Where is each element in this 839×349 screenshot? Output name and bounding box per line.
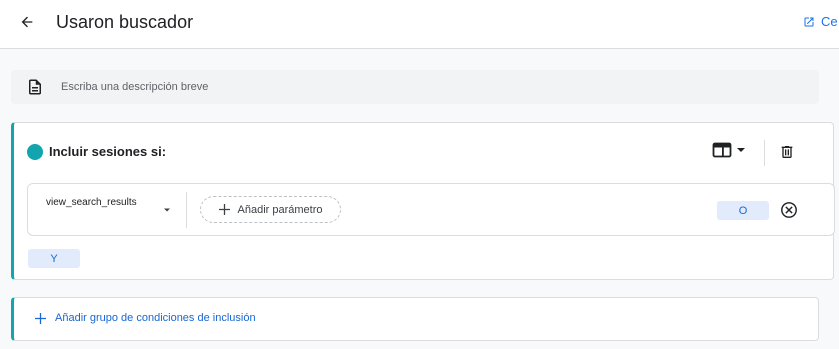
close-link-label: Ce — [821, 14, 838, 29]
add-inclusion-group-button[interactable]: Añadir grupo de condiciones de inclusión — [35, 312, 256, 324]
description-input[interactable] — [61, 77, 801, 97]
and-button[interactable]: Y — [28, 249, 80, 268]
remove-circle-icon — [780, 201, 797, 218]
condition-row: view_search_results Añadir parámetro O — [27, 183, 835, 236]
condition-group-title: Incluir sesiones si: — [49, 144, 167, 159]
back-button[interactable] — [14, 9, 40, 35]
condition-group-card: Incluir sesiones si: view_search_results… — [11, 122, 835, 280]
group-color-dot — [27, 144, 43, 160]
app-header: Usaron buscador Ce — [0, 0, 839, 49]
open-in-new-icon — [804, 17, 814, 26]
description-icon — [29, 79, 41, 95]
add-parameter-button[interactable]: Añadir parámetro — [200, 196, 341, 223]
plus-icon — [35, 312, 46, 324]
add-inclusion-group-label: Añadir grupo de condiciones de inclusión — [55, 312, 256, 324]
condition-separator — [186, 192, 187, 228]
dropdown-caret-icon — [737, 148, 745, 152]
dropdown-caret-icon — [164, 208, 170, 212]
delete-group-button[interactable] — [777, 141, 797, 163]
card-view-toggle[interactable] — [712, 142, 746, 158]
page-title: Usaron buscador — [56, 12, 194, 32]
description-bar — [11, 70, 819, 104]
close-link[interactable]: Ce — [803, 14, 838, 29]
plus-icon — [218, 204, 230, 215]
event-select[interactable]: view_search_results — [34, 192, 180, 228]
remove-condition-button[interactable] — [778, 199, 799, 220]
arrow-back-icon — [21, 16, 33, 28]
or-button[interactable]: O — [717, 201, 769, 220]
add-parameter-label: Añadir parámetro — [237, 203, 323, 216]
card-view-icon — [712, 142, 732, 158]
delete-icon — [781, 146, 793, 158]
add-group-card: Añadir grupo de condiciones de inclusión — [11, 297, 819, 341]
event-name: view_search_results — [46, 197, 137, 208]
actions-divider — [764, 140, 765, 166]
